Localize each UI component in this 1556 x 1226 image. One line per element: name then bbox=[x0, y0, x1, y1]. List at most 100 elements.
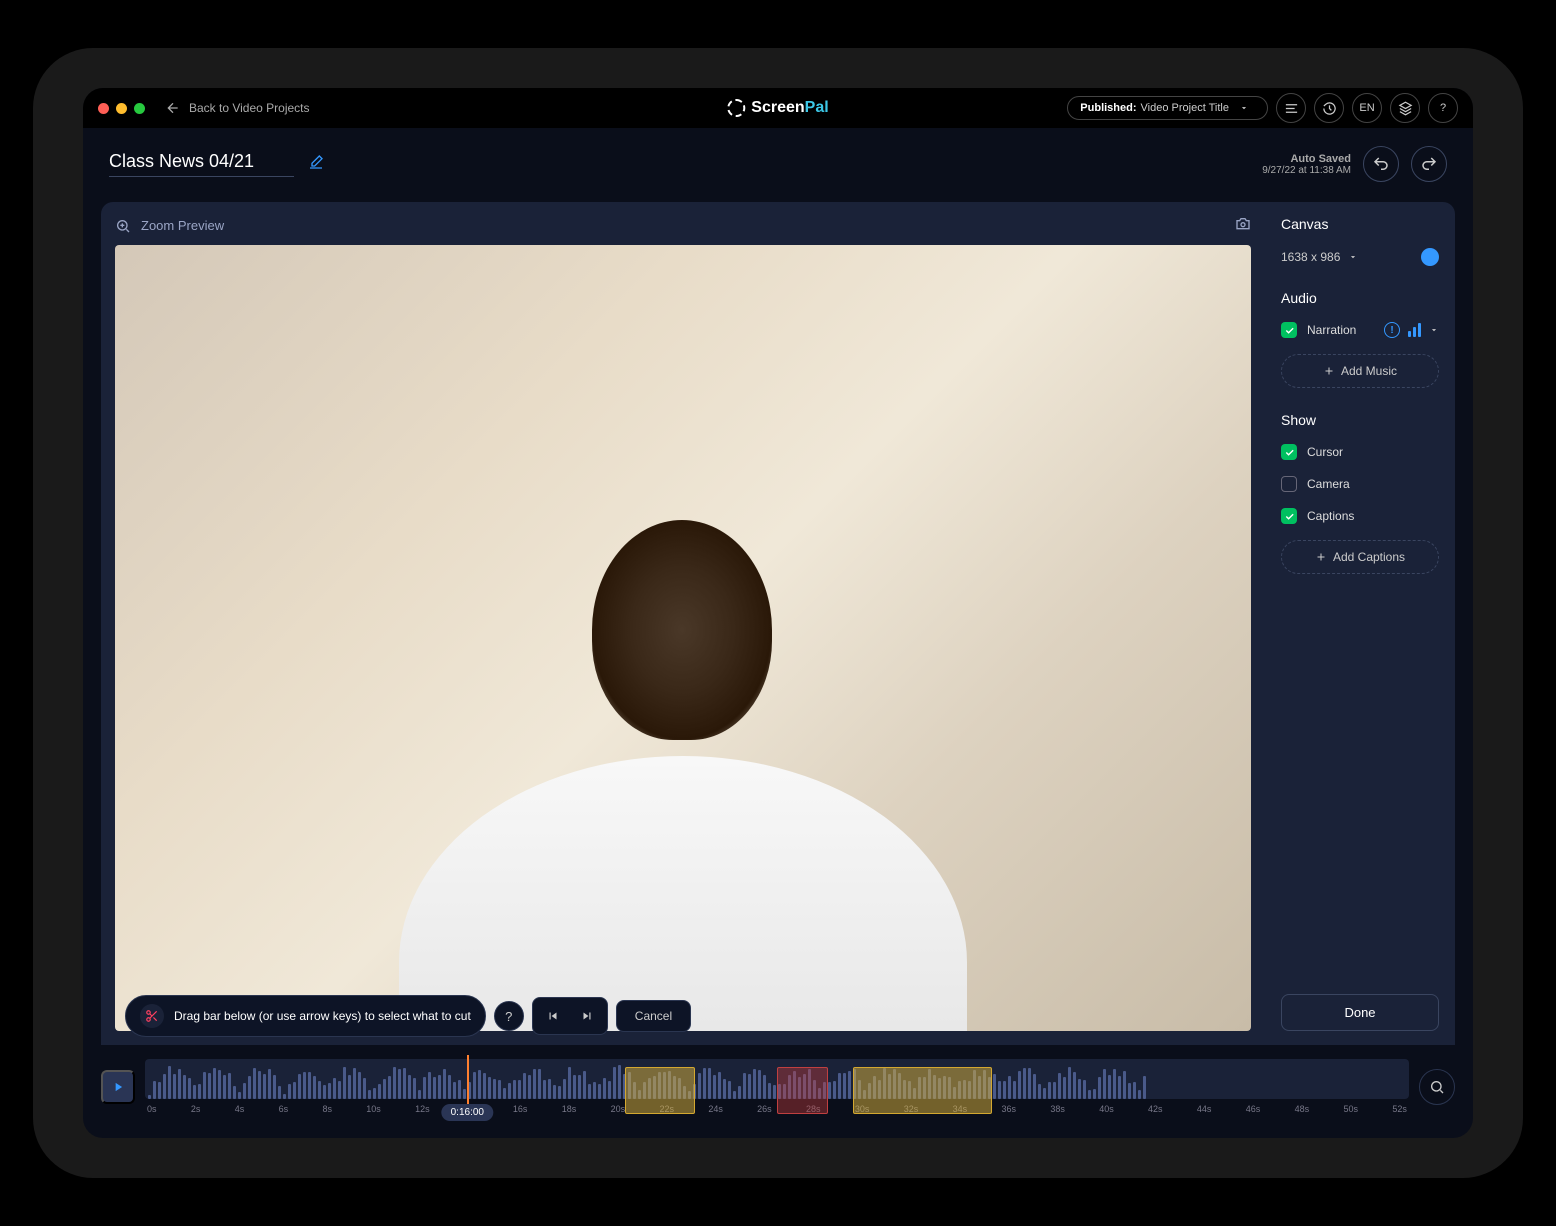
timeline-tick: 6s bbox=[279, 1104, 289, 1114]
help-button[interactable]: ? bbox=[1428, 93, 1458, 123]
timeline-tick: 42s bbox=[1148, 1104, 1163, 1114]
timeline-tick: 2s bbox=[191, 1104, 201, 1114]
cut-instruction-text: Drag bar below (or use arrow keys) to se… bbox=[174, 1009, 471, 1023]
chevron-down-icon[interactable] bbox=[1429, 325, 1439, 335]
check-icon bbox=[1284, 325, 1295, 336]
cursor-row: Cursor bbox=[1281, 444, 1439, 460]
add-music-label: Add Music bbox=[1341, 364, 1397, 378]
timeline-segment-red[interactable] bbox=[777, 1067, 828, 1114]
skip-back-icon bbox=[546, 1009, 560, 1023]
cut-toolbar: Drag bar below (or use arrow keys) to se… bbox=[125, 995, 691, 1037]
project-bar: Class News 04/21 Auto Saved 9/27/22 at 1… bbox=[83, 128, 1473, 192]
timeline-tick: 48s bbox=[1295, 1104, 1310, 1114]
autosave-time: 9/27/22 at 11:38 AM bbox=[1262, 165, 1351, 176]
timeline-segment-yellow-1[interactable] bbox=[625, 1067, 695, 1114]
chevron-down-icon bbox=[1348, 252, 1358, 262]
app-screen: Back to Video Projects ScreenPal Publish… bbox=[83, 88, 1473, 1138]
timeline-tick: 36s bbox=[1001, 1104, 1016, 1114]
zoom-icon bbox=[115, 218, 131, 234]
skip-forward-icon bbox=[580, 1009, 594, 1023]
add-captions-button[interactable]: Add Captions bbox=[1281, 540, 1439, 574]
next-frame-button[interactable] bbox=[571, 1002, 603, 1030]
zoom-preview-label[interactable]: Zoom Preview bbox=[141, 218, 224, 233]
undo-button[interactable] bbox=[1363, 146, 1399, 182]
properties-panel: Canvas 1638 x 986 Audio Narration ! Add … bbox=[1265, 202, 1455, 1045]
redo-icon bbox=[1420, 155, 1438, 173]
tablet-frame: Back to Video Projects ScreenPal Publish… bbox=[33, 48, 1523, 1178]
canvas-color-picker[interactable] bbox=[1421, 248, 1439, 266]
minimize-window-icon[interactable] bbox=[116, 103, 127, 114]
camera-label: Camera bbox=[1307, 477, 1350, 491]
brand-logo: ScreenPal bbox=[727, 99, 828, 117]
timeline-tick: 44s bbox=[1197, 1104, 1212, 1114]
edit-title-button[interactable] bbox=[308, 154, 324, 175]
close-window-icon[interactable] bbox=[98, 103, 109, 114]
captions-label: Captions bbox=[1307, 509, 1354, 523]
timeline-tick: 8s bbox=[322, 1104, 332, 1114]
timeline-tick: 16s bbox=[513, 1104, 528, 1114]
layers-icon bbox=[1398, 101, 1413, 116]
timeline-area: 0:16:00 0s2s4s6s8s10s12s14s16s18s20s22s2… bbox=[83, 1045, 1473, 1138]
timeline-tick: 4s bbox=[235, 1104, 245, 1114]
cursor-checkbox[interactable] bbox=[1281, 444, 1297, 460]
show-section-title: Show bbox=[1281, 412, 1439, 428]
narration-checkbox[interactable] bbox=[1281, 322, 1297, 338]
timeline-segment-yellow-2[interactable] bbox=[853, 1067, 992, 1114]
brand-text-2: Pal bbox=[805, 99, 829, 116]
search-icon bbox=[1429, 1079, 1445, 1095]
narration-row: Narration ! bbox=[1281, 322, 1439, 338]
language-button[interactable]: EN bbox=[1352, 93, 1382, 123]
narration-label: Narration bbox=[1307, 323, 1356, 337]
canvas-size-value: 1638 x 986 bbox=[1281, 250, 1340, 264]
redo-button[interactable] bbox=[1411, 146, 1447, 182]
check-icon bbox=[1284, 511, 1295, 522]
list-icon bbox=[1284, 101, 1299, 116]
timeline-tick: 18s bbox=[562, 1104, 577, 1114]
window-controls bbox=[98, 103, 145, 114]
timeline-zoom-button[interactable] bbox=[1419, 1069, 1455, 1105]
scissors-icon bbox=[145, 1009, 159, 1023]
list-button[interactable] bbox=[1276, 93, 1306, 123]
info-icon[interactable]: ! bbox=[1384, 322, 1400, 338]
timeline-tick: 52s bbox=[1392, 1104, 1407, 1114]
canvas-section-title: Canvas bbox=[1281, 216, 1439, 232]
captions-checkbox[interactable] bbox=[1281, 508, 1297, 524]
publish-dropdown[interactable]: Published: Video Project Title bbox=[1067, 96, 1268, 120]
back-to-projects-link[interactable]: Back to Video Projects bbox=[165, 100, 310, 116]
layers-button[interactable] bbox=[1390, 93, 1420, 123]
prev-frame-button[interactable] bbox=[537, 1002, 569, 1030]
check-icon bbox=[1284, 447, 1295, 458]
autosave-status: Auto Saved 9/27/22 at 11:38 AM bbox=[1262, 153, 1351, 176]
maximize-window-icon[interactable] bbox=[134, 103, 145, 114]
undo-icon bbox=[1372, 155, 1390, 173]
edit-icon bbox=[308, 154, 324, 170]
timeline-tick: 46s bbox=[1246, 1104, 1261, 1114]
cut-help-button[interactable]: ? bbox=[494, 1001, 524, 1031]
autosave-label: Auto Saved bbox=[1262, 153, 1351, 165]
history-button[interactable] bbox=[1314, 93, 1344, 123]
add-music-button[interactable]: Add Music bbox=[1281, 354, 1439, 388]
cut-instruction-pill: Drag bar below (or use arrow keys) to se… bbox=[125, 995, 486, 1037]
video-preview[interactable] bbox=[115, 245, 1251, 1031]
timeline-tick: 20s bbox=[611, 1104, 626, 1114]
audio-level-icon[interactable] bbox=[1408, 323, 1421, 337]
snapshot-button[interactable] bbox=[1235, 216, 1251, 235]
camera-checkbox[interactable] bbox=[1281, 476, 1297, 492]
back-label: Back to Video Projects bbox=[189, 101, 310, 115]
scissors-icon-wrap bbox=[140, 1004, 164, 1028]
narration-icons: ! bbox=[1384, 322, 1439, 338]
audio-section-title: Audio bbox=[1281, 290, 1439, 306]
timeline[interactable]: 0:16:00 0s2s4s6s8s10s12s14s16s18s20s22s2… bbox=[145, 1059, 1409, 1114]
cancel-button[interactable]: Cancel bbox=[616, 1000, 691, 1032]
brand-text-1: Screen bbox=[751, 99, 804, 116]
done-button[interactable]: Done bbox=[1281, 994, 1439, 1031]
play-icon bbox=[111, 1080, 125, 1094]
plus-icon bbox=[1315, 551, 1327, 563]
canvas-size-row[interactable]: 1638 x 986 bbox=[1281, 248, 1439, 266]
history-icon bbox=[1322, 101, 1337, 116]
play-button[interactable] bbox=[101, 1070, 135, 1104]
cut-nav-buttons bbox=[532, 997, 608, 1035]
arrow-left-icon bbox=[165, 100, 181, 116]
camera-icon bbox=[1235, 216, 1251, 232]
project-bar-right: Auto Saved 9/27/22 at 11:38 AM bbox=[1262, 146, 1447, 182]
